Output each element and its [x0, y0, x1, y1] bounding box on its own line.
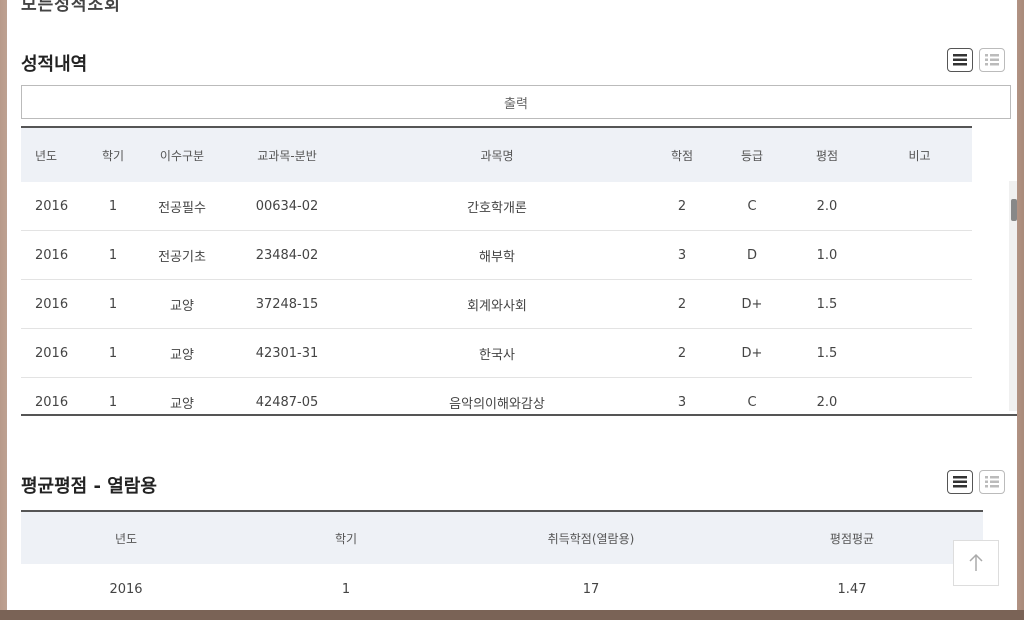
cell-semester: 1: [89, 328, 137, 378]
cell-course-name: 한국사: [347, 328, 647, 378]
grades-table-container: 년도 학기 이수구분 교과목-분반 과목명 학점 등급 평점 비고 2016 1…: [21, 126, 1017, 416]
table-row[interactable]: 2016 1 17 1.47: [21, 564, 983, 610]
cell-semester: 1: [89, 182, 137, 231]
grades-table: 년도 학기 이수구분 교과목-분반 과목명 학점 등급 평점 비고 2016 1…: [21, 126, 972, 414]
print-button[interactable]: 출력: [21, 85, 1011, 119]
cell-course-code: 42301-31: [227, 328, 347, 378]
detail-view-button[interactable]: [979, 470, 1005, 494]
cell-year: 2016: [21, 230, 89, 280]
cell-grade: D+: [717, 328, 787, 378]
cell-course-type: 교양: [137, 328, 227, 378]
cell-remarks: [867, 230, 972, 280]
cell-gpa: 1.47: [721, 564, 983, 610]
cell-grade-point: 1.0: [787, 230, 867, 280]
col-grade[interactable]: 등급: [717, 127, 787, 182]
cell-grade-point: 1.5: [787, 279, 867, 329]
page-title: 모든성적조회: [21, 0, 121, 15]
grades-header-row: 년도 학기 이수구분 교과목-분반 과목명 학점 등급 평점 비고: [21, 127, 972, 182]
list-view-icon: [953, 476, 967, 488]
cell-course-type: 교양: [137, 279, 227, 329]
detail-view-icon: [985, 54, 999, 66]
cell-credits: 2: [647, 328, 717, 378]
detail-view-icon: [985, 476, 999, 488]
cell-course-name: 음악의이해와감상: [347, 377, 647, 414]
col-earned-credits[interactable]: 취득학점(열람용): [461, 511, 721, 564]
cell-semester: 1: [89, 279, 137, 329]
bottom-edge: [0, 610, 1024, 620]
list-view-button[interactable]: [947, 470, 973, 494]
scroll-top-button[interactable]: [953, 540, 999, 586]
cell-credits: 2: [647, 279, 717, 329]
cell-semester: 1: [89, 230, 137, 280]
cell-course-code: 23484-02: [227, 230, 347, 280]
cell-credits: 2: [647, 182, 717, 231]
cell-course-name: 해부학: [347, 230, 647, 280]
cell-grade: C: [717, 182, 787, 231]
average-table: 년도 학기 취득학점(열람용) 평점평균 2016 1 17 1.47: [21, 510, 983, 610]
cell-remarks: [867, 182, 972, 231]
col-semester[interactable]: 학기: [89, 127, 137, 182]
cell-credits: 3: [647, 230, 717, 280]
cell-remarks: [867, 328, 972, 378]
col-credits[interactable]: 학점: [647, 127, 717, 182]
cell-remarks: [867, 377, 972, 414]
col-course-type[interactable]: 이수구분: [137, 127, 227, 182]
table-row[interactable]: 2016 1 교양 42487-05 음악의이해와감상 3 C 2.0: [21, 377, 972, 414]
cell-year: 2016: [21, 377, 89, 414]
cell-course-name: 회계와사회: [347, 279, 647, 329]
col-remarks[interactable]: 비고: [867, 127, 972, 182]
table-row[interactable]: 2016 1 전공기초 23484-02 해부학 3 D 1.0: [21, 230, 972, 280]
list-view-icon: [953, 54, 967, 66]
scrollbar-thumb[interactable]: [1011, 199, 1017, 221]
col-course-code[interactable]: 교과목-분반: [227, 127, 347, 182]
average-view-toggle: [947, 470, 1005, 494]
cell-grade: C: [717, 377, 787, 414]
cell-earned-credits: 17: [461, 564, 721, 610]
table-row[interactable]: 2016 1 교양 37248-15 회계와사회 2 D+ 1.5: [21, 279, 972, 329]
table-row[interactable]: 2016 1 교양 42301-31 한국사 2 D+ 1.5: [21, 328, 972, 378]
average-header-row: 년도 학기 취득학점(열람용) 평점평균: [21, 511, 983, 564]
cell-grade: D: [717, 230, 787, 280]
grades-scrollbar[interactable]: [1009, 181, 1017, 411]
col-year[interactable]: 년도: [21, 127, 89, 182]
cell-year: 2016: [21, 328, 89, 378]
grades-section-title: 성적내역: [21, 54, 88, 75]
cell-grade-point: 2.0: [787, 182, 867, 231]
cell-course-code: 00634-02: [227, 182, 347, 231]
arrow-up-icon: [969, 553, 983, 571]
col-course-name[interactable]: 과목명: [347, 127, 647, 182]
col-gpa[interactable]: 평점평균: [721, 511, 983, 564]
list-view-button[interactable]: [947, 48, 973, 72]
cell-course-name: 간호학개론: [347, 182, 647, 231]
cell-remarks: [867, 279, 972, 329]
cell-course-code: 42487-05: [227, 377, 347, 414]
table-row[interactable]: 2016 1 전공필수 00634-02 간호학개론 2 C 2.0: [21, 182, 972, 231]
detail-view-button[interactable]: [979, 48, 1005, 72]
cell-credits: 3: [647, 377, 717, 414]
cell-semester: 1: [231, 564, 461, 610]
cell-year: 2016: [21, 564, 231, 610]
cell-grade: D+: [717, 279, 787, 329]
cell-grade-point: 1.5: [787, 328, 867, 378]
cell-grade-point: 2.0: [787, 377, 867, 414]
cell-course-type: 교양: [137, 377, 227, 414]
col-year[interactable]: 년도: [21, 511, 231, 564]
cell-course-type: 전공필수: [137, 182, 227, 231]
cell-year: 2016: [21, 279, 89, 329]
cell-semester: 1: [89, 377, 137, 414]
col-semester[interactable]: 학기: [231, 511, 461, 564]
grades-view-toggle: [947, 48, 1005, 72]
col-grade-point[interactable]: 평점: [787, 127, 867, 182]
cell-course-code: 37248-15: [227, 279, 347, 329]
cell-course-type: 전공기초: [137, 230, 227, 280]
cell-year: 2016: [21, 182, 89, 231]
content-panel: 모든성적조회 성적내역 출력 년도 학기 이수구분 교과목-분반 과목명 학점 …: [7, 0, 1017, 610]
average-section-title: 평균평점 - 열람용: [21, 476, 157, 497]
